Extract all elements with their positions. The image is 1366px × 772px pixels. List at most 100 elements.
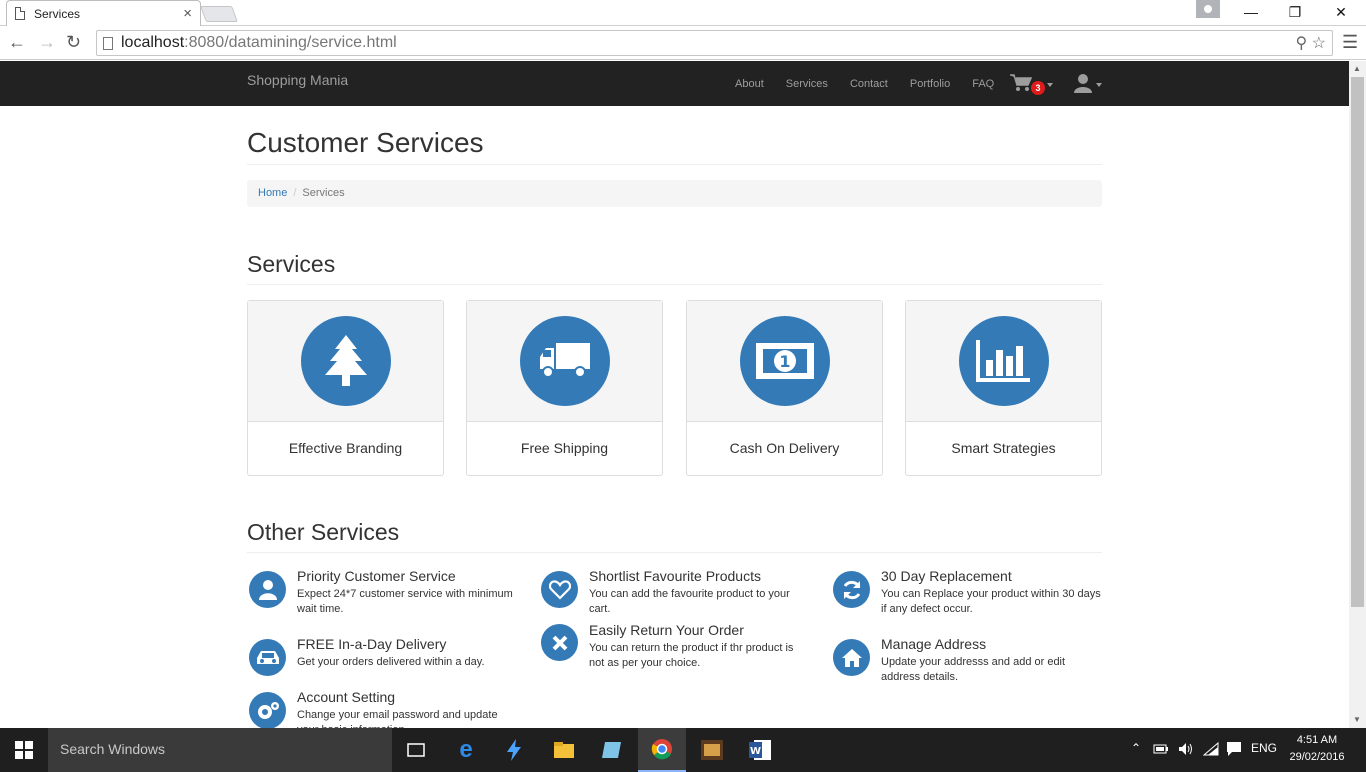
clock-time: 4:51 AM xyxy=(1296,734,1338,746)
divider xyxy=(247,552,1102,553)
service-desc: Change your email password and update yo… xyxy=(297,709,498,728)
app-notes-icon[interactable] xyxy=(588,728,636,772)
service-title: Manage Address xyxy=(881,636,987,652)
gears-icon xyxy=(257,701,279,719)
task-view-icon[interactable] xyxy=(392,728,440,772)
chrome-icon[interactable] xyxy=(638,728,686,772)
address-bar[interactable]: localhost:8080/datamining/service.html ⚲… xyxy=(96,30,1333,56)
edge-browser-icon[interactable]: e xyxy=(442,728,490,772)
services-cards: Effective Branding Free Shipping 1 Cash … xyxy=(247,300,1102,476)
zoom-icon[interactable]: ⚲ xyxy=(1295,35,1307,52)
minimize-button[interactable]: — xyxy=(1228,0,1274,24)
breadcrumb-home[interactable]: Home xyxy=(258,187,287,199)
nav-portfolio[interactable]: Portfolio xyxy=(910,78,950,90)
user-icon xyxy=(258,579,277,600)
truck-icon xyxy=(539,343,590,378)
breadcrumb-current: Services xyxy=(302,187,345,199)
service-card-branding[interactable]: Effective Branding xyxy=(247,300,444,476)
service-card-cod[interactable]: 1 Cash On Delivery xyxy=(686,300,883,476)
clock-date: 29/02/2016 xyxy=(1289,751,1345,763)
cart-dropdown-caret-icon[interactable] xyxy=(1047,83,1053,87)
site-brand[interactable]: Shopping Mania xyxy=(247,72,348,88)
reload-button[interactable]: ↻ xyxy=(66,32,81,53)
breadcrumb: Home / Services xyxy=(247,180,1102,207)
other-services-heading: Other Services xyxy=(247,519,400,545)
divider xyxy=(247,284,1102,285)
user-menu-icon[interactable] xyxy=(1073,73,1093,93)
page-scrollbar[interactable]: ▲ ▼ xyxy=(1349,61,1366,728)
start-button[interactable] xyxy=(0,728,48,772)
service-title: FREE In-a-Day Delivery xyxy=(297,636,447,652)
language-indicator[interactable]: ENG xyxy=(1251,741,1277,755)
service-desc: You can return the product if thr produc… xyxy=(589,642,794,669)
profile-icon[interactable] xyxy=(1196,0,1220,18)
service-card-label: Effective Branding xyxy=(288,440,403,456)
browser-tab-strip: Services × — ❐ ✕ xyxy=(0,0,1366,26)
nav-about[interactable]: About xyxy=(735,78,764,90)
app-lightning-icon[interactable] xyxy=(490,728,538,772)
svg-text:W: W xyxy=(750,746,761,757)
word-icon[interactable]: W xyxy=(736,728,784,772)
restore-button[interactable]: ❐ xyxy=(1272,0,1318,24)
heart-icon xyxy=(548,579,571,600)
menu-icon[interactable]: ☰ xyxy=(1342,32,1358,53)
show-hidden-icons-icon[interactable]: ⌃ xyxy=(1131,741,1141,755)
app-game-icon[interactable] xyxy=(688,728,736,772)
service-title: Priority Customer Service xyxy=(297,568,456,584)
nav-menu: About Services Contact Portfolio FAQ xyxy=(735,61,1016,106)
tab-close-button[interactable]: × xyxy=(183,5,192,22)
home-icon xyxy=(841,648,862,667)
volume-icon[interactable] xyxy=(1178,742,1194,756)
service-desc: Update your addresss and add or edit add… xyxy=(881,656,1066,683)
service-desc: You can Replace your product within 30 d… xyxy=(881,588,1101,615)
page-icon xyxy=(103,36,113,50)
scrollbar-thumb[interactable] xyxy=(1351,77,1364,607)
service-desc: You can add the favourite product to you… xyxy=(589,588,790,615)
scroll-down-icon[interactable]: ▼ xyxy=(1353,715,1361,724)
page-viewport: Shopping Mania About Services Contact Po… xyxy=(0,61,1349,728)
battery-icon[interactable] xyxy=(1153,743,1169,755)
service-card-label: Smart Strategies xyxy=(951,440,1056,456)
service-title: Easily Return Your Order xyxy=(589,622,744,638)
site-navbar: Shopping Mania About Services Contact Po… xyxy=(0,61,1349,106)
services-heading: Services xyxy=(247,251,336,277)
divider xyxy=(247,164,1102,165)
service-card-label: Free Shipping xyxy=(520,440,609,456)
close-window-button[interactable]: ✕ xyxy=(1318,0,1364,24)
url-path: :8080/datamining/service.html xyxy=(184,34,397,51)
cart-icon[interactable] xyxy=(1010,74,1032,92)
windows-search-box[interactable]: Search Windows xyxy=(48,728,392,772)
tree-icon xyxy=(324,335,367,386)
browser-tab[interactable]: Services × xyxy=(6,0,201,26)
scroll-up-icon[interactable]: ▲ xyxy=(1353,64,1361,73)
taskbar-clock[interactable]: 4:51 AM 29/02/2016 xyxy=(1285,732,1349,766)
nav-faq[interactable]: FAQ xyxy=(972,78,994,90)
forward-button[interactable]: → xyxy=(38,32,56,53)
nav-services[interactable]: Services xyxy=(786,78,828,90)
service-title: Shortlist Favourite Products xyxy=(589,568,761,584)
money-icon: 1 xyxy=(755,343,814,379)
service-desc: Expect 24*7 customer service with minimu… xyxy=(297,588,513,615)
close-icon xyxy=(552,635,567,650)
service-card-strategies[interactable]: Smart Strategies xyxy=(905,300,1102,476)
tab-title: Services xyxy=(34,6,81,21)
svg-text:1: 1 xyxy=(779,352,790,371)
cart-count-badge: 3 xyxy=(1031,81,1045,95)
url-host: localhost xyxy=(121,34,185,51)
file-explorer-icon[interactable] xyxy=(540,728,588,772)
windows-logo-icon xyxy=(15,741,33,759)
nav-contact[interactable]: Contact xyxy=(850,78,888,90)
service-title: 30 Day Replacement xyxy=(881,568,1012,584)
refresh-icon xyxy=(843,580,860,599)
bar-chart-icon xyxy=(975,340,1030,382)
wifi-icon[interactable] xyxy=(1203,742,1219,756)
service-desc: Get your orders delivered within a day. xyxy=(297,656,485,668)
new-tab-button[interactable] xyxy=(200,6,238,22)
user-dropdown-caret-icon[interactable] xyxy=(1096,83,1102,87)
service-card-shipping[interactable]: Free Shipping xyxy=(466,300,663,476)
back-button[interactable]: ← xyxy=(8,32,26,53)
action-center-icon[interactable] xyxy=(1226,741,1242,757)
page-title: Customer Services xyxy=(247,127,484,158)
service-card-label: Cash On Delivery xyxy=(729,440,840,456)
bookmark-star-icon[interactable]: ☆ xyxy=(1312,35,1326,52)
